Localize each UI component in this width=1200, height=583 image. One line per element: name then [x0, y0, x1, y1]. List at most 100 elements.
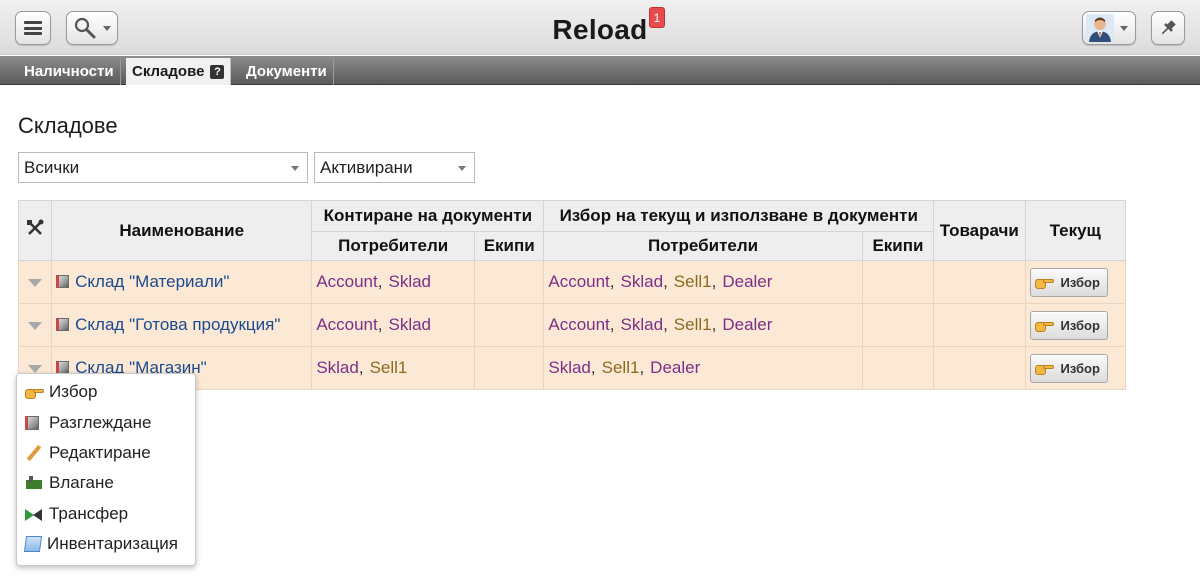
current-cell: Избор — [1024, 346, 1127, 390]
user-menu-button[interactable] — [1082, 11, 1136, 45]
triangle-down-icon — [28, 279, 43, 287]
menu-item-transfer[interactable]: Трансфер — [17, 499, 195, 529]
button-label: Избор — [1060, 317, 1100, 333]
select-current-button[interactable]: Избор — [1029, 310, 1108, 340]
tab-stock[interactable]: Наличности — [18, 58, 121, 85]
select-current-button[interactable]: Избор — [1029, 353, 1108, 383]
user-link[interactable]: Sell1 — [602, 358, 640, 377]
inventory-icon — [23, 536, 43, 553]
tools-header[interactable] — [17, 200, 53, 261]
user-link[interactable]: Account — [316, 272, 377, 291]
tab-label: Наличности — [24, 63, 114, 80]
column-header-select-teams[interactable]: Екипи — [861, 231, 935, 261]
chevron-down-icon — [291, 166, 299, 171]
tab-warehouses[interactable]: Складове ? — [126, 58, 232, 85]
user-link[interactable]: Sell1 — [674, 272, 712, 291]
user-link[interactable]: Sklad — [388, 315, 431, 334]
scope-select[interactable]: Всички — [18, 152, 308, 183]
pointing-hand-icon — [1034, 275, 1055, 289]
user-link[interactable]: Sklad — [621, 315, 664, 334]
notification-badge[interactable]: 1 — [649, 7, 665, 28]
app-title[interactable]: Reload — [0, 14, 1200, 46]
storekeepers-cell — [933, 346, 1026, 390]
menu-item-label: Трансфер — [49, 503, 129, 523]
column-header-booking-users[interactable]: Потребители — [311, 231, 476, 261]
warehouse-icon — [56, 318, 70, 331]
button-label: Избор — [1060, 360, 1100, 376]
booking-users-cell: Account, Sklad — [311, 303, 476, 347]
page-title: Складове — [18, 113, 118, 138]
deposit-icon — [25, 475, 43, 491]
tools-icon — [27, 219, 44, 235]
booking-teams-cell — [474, 303, 545, 347]
user-link[interactable]: Sklad — [548, 358, 591, 377]
select-teams-cell — [861, 346, 935, 390]
row-menu-toggle[interactable] — [17, 303, 53, 347]
user-link[interactable]: Dealer — [650, 358, 700, 377]
tab-documents[interactable]: Документи — [240, 58, 334, 85]
chevron-down-icon — [1120, 25, 1128, 31]
tab-label: Складове — [132, 63, 205, 80]
pointing-hand-icon — [25, 385, 45, 400]
select-value: Активирани — [320, 157, 413, 177]
pencil-icon — [25, 445, 43, 461]
select-users-cell: Sklad, Sell1, Dealer — [543, 346, 863, 390]
top-bar: Reload 1 — [0, 0, 1200, 55]
help-icon[interactable]: ? — [210, 64, 225, 79]
menu-item-inventory[interactable]: Инвентаризация — [17, 529, 195, 559]
current-cell: Избор — [1024, 260, 1127, 304]
select-current-button[interactable]: Избор — [1029, 267, 1108, 297]
select-teams-cell — [861, 260, 935, 304]
user-link[interactable]: Dealer — [722, 315, 772, 334]
user-link[interactable]: Sell1 — [674, 315, 712, 334]
booking-users-cell: Sklad, Sell1 — [311, 346, 476, 390]
select-users-cell: Account, Sklad, Sell1, Dealer — [543, 303, 863, 347]
booking-users-cell: Account, Sklad — [311, 260, 476, 304]
select-teams-cell — [861, 303, 935, 347]
select-value: Всички — [24, 157, 80, 177]
menu-item-label: Редактиране — [49, 442, 151, 462]
menu-item-label: Инвентаризация — [47, 534, 178, 554]
pin-button[interactable] — [1151, 11, 1185, 45]
warehouse-icon — [56, 275, 70, 288]
pointing-hand-icon — [1034, 361, 1055, 375]
menu-item-label: Влагане — [49, 473, 114, 493]
name-cell: Склад "Готова продукция" — [51, 303, 313, 347]
warehouse-link[interactable]: Склад "Готова продукция" — [75, 315, 280, 334]
column-header-booking-teams[interactable]: Екипи — [474, 231, 545, 261]
menu-item-view[interactable]: Разглеждане — [17, 407, 195, 437]
pushpin-icon — [1161, 20, 1176, 35]
button-label: Избор — [1060, 274, 1100, 290]
user-avatar — [1086, 14, 1114, 42]
triangle-down-icon — [28, 365, 43, 373]
table-row: Склад "Материали" Account, Sklad Account,… — [17, 260, 1127, 304]
column-header-select-users[interactable]: Потребители — [543, 231, 863, 261]
table-row: Склад "Готова продукция" Account, Sklad A… — [17, 303, 1127, 347]
current-cell: Избор — [1024, 303, 1127, 347]
state-select[interactable]: Активирани — [314, 152, 475, 183]
user-link[interactable]: Sklad — [388, 272, 431, 291]
storekeepers-cell — [933, 260, 1026, 304]
menu-item-edit[interactable]: Редактиране — [17, 438, 195, 468]
triangle-down-icon — [28, 322, 43, 330]
tab-bar: Наличности Складове ? Документи — [0, 56, 1200, 85]
view-icon — [25, 415, 39, 430]
user-link[interactable]: Sklad — [621, 272, 664, 291]
user-link[interactable]: Account — [548, 272, 609, 291]
user-link[interactable]: Account — [316, 315, 377, 334]
user-link[interactable]: Account — [548, 315, 609, 334]
menu-item-deposit[interactable]: Влагане — [17, 468, 195, 498]
user-link[interactable]: Sklad — [316, 358, 359, 377]
user-link[interactable]: Dealer — [722, 272, 772, 291]
row-menu-toggle[interactable] — [17, 260, 53, 304]
row-context-menu: Избор Разглеждане Редактиране Влагане Тр… — [16, 373, 196, 566]
warehouse-link[interactable]: Склад "Материали" — [75, 272, 229, 291]
menu-item-select[interactable]: Избор — [17, 377, 195, 407]
column-header-current[interactable]: Текущ — [1024, 200, 1127, 261]
user-link[interactable]: Sell1 — [370, 358, 408, 377]
column-header-storekeepers[interactable]: Товарачи — [933, 200, 1026, 261]
menu-item-label: Разглеждане — [49, 412, 152, 432]
name-cell: Склад "Материали" — [51, 260, 313, 304]
pointing-hand-icon — [1034, 318, 1055, 332]
column-header-name[interactable]: Наименование — [51, 200, 313, 261]
